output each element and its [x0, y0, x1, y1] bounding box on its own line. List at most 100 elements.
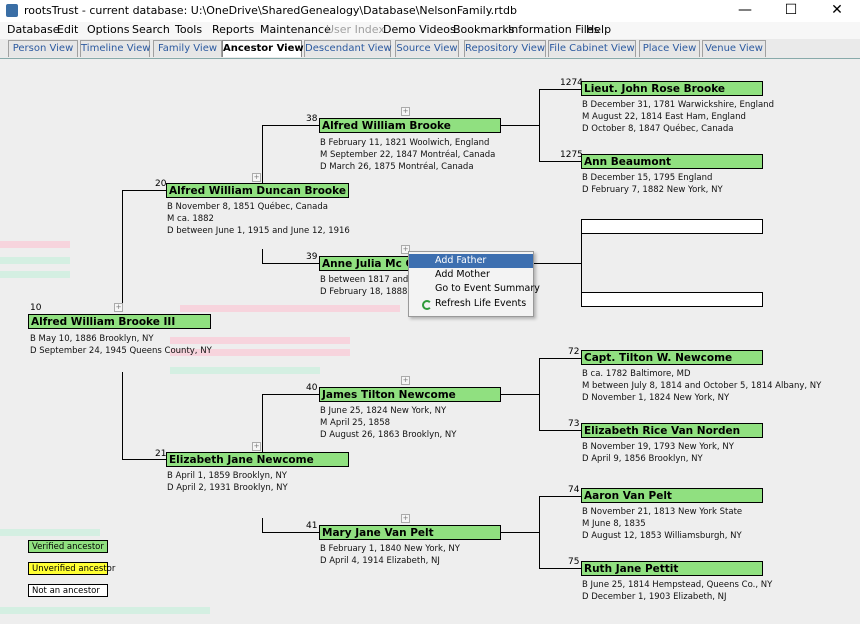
- legend-not-ancestor: Not an ancestor: [28, 584, 108, 597]
- menu-bar: Database Edit Options Search Tools Repor…: [0, 22, 860, 39]
- menu-item-add-father[interactable]: Add Father: [409, 254, 533, 268]
- connector-line: [500, 394, 539, 395]
- title-bar: rootsTrust - current database: U:\OneDri…: [0, 0, 860, 22]
- menu-reports[interactable]: Reports: [212, 23, 254, 36]
- tab-place-view[interactable]: Place View: [639, 40, 700, 57]
- life-event: B May 10, 1886 Brooklyn, NY: [30, 334, 154, 344]
- life-event: D April 4, 1914 Elizabeth, NJ: [320, 556, 440, 566]
- tab-venue-view[interactable]: Venue View: [702, 40, 766, 57]
- person-box-james-tilton-newcome[interactable]: James Tilton Newcome: [319, 387, 501, 402]
- life-event: B November 21, 1813 New York State: [582, 507, 743, 517]
- tab-family-view[interactable]: Family View: [153, 40, 222, 57]
- menu-demo-videos[interactable]: Demo Videos: [383, 23, 456, 36]
- tab-descendant-view[interactable]: Descendant View: [304, 40, 392, 57]
- empty-mother-slot[interactable]: [581, 292, 763, 307]
- connector-line: [262, 394, 319, 395]
- connector-line: [122, 190, 123, 310]
- context-menu: Add Father Add Mother Go to Event Summar…: [408, 251, 540, 317]
- expand-plus-icon[interactable]: +: [252, 173, 261, 182]
- menu-maintenance[interactable]: Maintenance: [260, 23, 331, 36]
- tab-timeline-view[interactable]: Timeline View: [80, 40, 150, 57]
- ancestor-number: 39: [306, 252, 318, 262]
- life-event: B November 8, 1851 Québec, Canada: [167, 202, 328, 212]
- tab-repository-view[interactable]: Repository View: [464, 40, 546, 57]
- expand-plus-icon[interactable]: +: [252, 442, 261, 451]
- ancestor-number: 40: [306, 383, 318, 393]
- legend-unverified: Unverified ancestor: [28, 562, 115, 575]
- life-event: D August 12, 1853 Williamsburgh, NY: [582, 531, 742, 541]
- life-event: D November 1, 1824 New York, NY: [582, 393, 730, 403]
- window-title: rootsTrust - current database: U:\OneDri…: [24, 4, 517, 17]
- menu-tools[interactable]: Tools: [175, 23, 202, 36]
- ancestor-number: 73: [568, 419, 580, 429]
- connector-line: [539, 89, 581, 90]
- connector-line: [539, 358, 581, 359]
- connector-line: [539, 430, 581, 431]
- menu-database[interactable]: Database: [7, 23, 60, 36]
- person-box-ruth-jane-pettit[interactable]: Ruth Jane Pettit: [581, 561, 763, 576]
- connector-line: [539, 496, 540, 568]
- person-box-alfred-william-brooke[interactable]: Alfred William Brooke: [319, 118, 501, 133]
- background-artifact: [180, 305, 400, 312]
- person-box-ann-beaumont[interactable]: Ann Beaumont: [581, 154, 763, 169]
- life-event: D February 7, 1882 New York, NY: [582, 185, 723, 195]
- life-event: D March 26, 1875 Montréal, Canada: [320, 162, 474, 172]
- life-event: D December 1, 1903 Elizabeth, NJ: [582, 592, 727, 602]
- tab-person-view[interactable]: Person View: [8, 40, 78, 57]
- legend-verified: Verified ancestor: [28, 540, 108, 553]
- ancestor-number: 20: [155, 179, 167, 189]
- expand-plus-icon[interactable]: +: [401, 376, 410, 385]
- life-event: B November 19, 1793 New York, NY: [582, 442, 734, 452]
- expand-plus-icon[interactable]: +: [401, 514, 410, 523]
- ancestor-number: 75: [568, 557, 580, 567]
- connector-line: [122, 459, 166, 460]
- connector-line: [262, 125, 263, 184]
- ancestor-number: 1275: [560, 150, 583, 160]
- person-box-capt-tilton-w-newcome[interactable]: Capt. Tilton W. Newcome: [581, 350, 763, 365]
- person-box-elizabeth-jane-newcome[interactable]: Elizabeth Jane Newcome: [166, 452, 349, 467]
- tab-ancestor-view[interactable]: Ancestor View: [222, 40, 304, 57]
- life-event: D April 9, 1856 Brooklyn, NY: [582, 454, 703, 464]
- menu-help[interactable]: Help: [586, 23, 611, 36]
- menu-item-add-mother[interactable]: Add Mother: [409, 268, 533, 282]
- connector-line: [581, 226, 582, 298]
- expand-plus-icon[interactable]: +: [401, 107, 410, 116]
- tab-file-cabinet-view[interactable]: File Cabinet View: [548, 40, 636, 57]
- menu-bookmarks[interactable]: Bookmarks: [453, 23, 514, 36]
- connector-line: [262, 263, 319, 264]
- person-box-alfred-william-brooke-iii[interactable]: Alfred William Brooke III: [28, 314, 211, 329]
- empty-father-slot[interactable]: [581, 219, 763, 234]
- tab-source-view[interactable]: Source View: [395, 40, 459, 57]
- background-artifact: [0, 257, 70, 264]
- connector-line: [532, 263, 581, 264]
- background-artifact: [170, 367, 320, 374]
- ancestor-chart-canvas[interactable]: + + + + + + + 10 Alfred William Brooke I…: [0, 59, 860, 624]
- maximize-button[interactable]: ☐: [768, 0, 814, 22]
- menu-user-index: User Index: [326, 23, 385, 36]
- person-box-mary-jane-van-pelt[interactable]: Mary Jane Van Pelt: [319, 525, 501, 540]
- menu-edit[interactable]: Edit: [57, 23, 78, 36]
- expand-plus-icon[interactable]: +: [114, 303, 123, 312]
- life-event: M ca. 1882: [167, 214, 214, 224]
- minimize-button[interactable]: —: [722, 0, 768, 22]
- connector-line: [262, 394, 263, 452]
- menu-item-go-to-event-summary[interactable]: Go to Event Summary: [409, 282, 540, 296]
- ancestor-number: 21: [155, 449, 167, 459]
- connector-line: [262, 125, 319, 126]
- life-event: B February 1, 1840 New York, NY: [320, 544, 460, 554]
- close-button[interactable]: ✕: [814, 0, 860, 22]
- life-event: B June 25, 1814 Hempstead, Queens Co., N…: [582, 580, 773, 590]
- person-box-lieut-john-rose-brooke[interactable]: Lieut. John Rose Brooke: [581, 81, 763, 96]
- life-event: B February 11, 1821 Woolwich, England: [320, 138, 490, 148]
- menu-item-refresh-life-events-row[interactable]: Refresh Life Events: [409, 297, 533, 311]
- ancestor-number: 38: [306, 114, 318, 124]
- menu-item-refresh-life-events[interactable]: Refresh Life Events: [409, 297, 533, 311]
- connector-line: [539, 496, 581, 497]
- menu-options[interactable]: Options: [87, 23, 129, 36]
- person-box-elizabeth-rice-van-norden[interactable]: Elizabeth Rice Van Norden: [581, 423, 763, 438]
- person-box-aaron-van-pelt[interactable]: Aaron Van Pelt: [581, 488, 763, 503]
- background-artifact: [0, 241, 70, 248]
- menu-search[interactable]: Search: [132, 23, 170, 36]
- ancestor-number: 74: [568, 485, 580, 495]
- person-box-alfred-william-duncan-brooke[interactable]: Alfred William Duncan Brooke: [166, 183, 349, 198]
